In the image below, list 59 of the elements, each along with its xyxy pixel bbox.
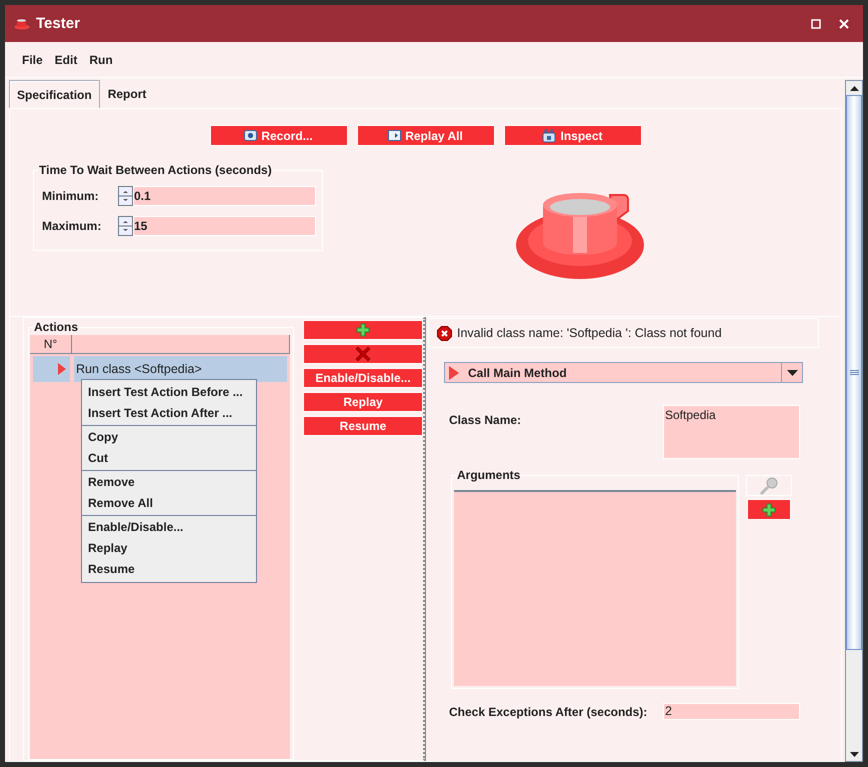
menu-item[interactable]: Remove All xyxy=(82,493,256,514)
add-button[interactable] xyxy=(747,499,791,520)
menu-item[interactable]: Resume xyxy=(82,559,256,580)
tab[interactable]: Report xyxy=(100,80,154,108)
add-button[interactable] xyxy=(303,320,423,340)
menu-item[interactable]: File xyxy=(21,52,44,66)
grip-icon xyxy=(850,370,858,375)
robot-icon xyxy=(542,128,556,142)
cup-icon xyxy=(14,18,30,30)
scrollbar[interactable] xyxy=(845,80,863,762)
spinner-arrows-icon xyxy=(118,216,133,236)
spinner-arrows-icon xyxy=(118,186,133,206)
action-button[interactable]: Resume xyxy=(303,416,423,436)
menu-item[interactable]: Copy xyxy=(82,427,256,448)
group-title: Actions xyxy=(33,320,80,334)
method-dropdown[interactable]: Call Main Method xyxy=(444,362,803,383)
menu-item[interactable]: Insert Test Action After ... xyxy=(82,403,256,424)
play-icon xyxy=(448,364,460,380)
action-button[interactable]: Replay xyxy=(303,392,423,412)
plus-icon xyxy=(762,502,776,516)
search-button[interactable] xyxy=(746,475,792,496)
close-icon xyxy=(354,345,372,363)
caret-icon xyxy=(786,370,798,376)
search-icon xyxy=(759,476,779,494)
seconds-field[interactable]: 2 xyxy=(663,703,800,720)
menu-item[interactable]: Cut xyxy=(82,448,256,469)
up-arrow-icon xyxy=(850,86,858,90)
menu-item[interactable]: Enable/Disable... xyxy=(82,517,256,538)
toolbar-button[interactable]: Record... xyxy=(210,125,348,146)
close-icon xyxy=(839,18,849,28)
column-header[interactable]: N° xyxy=(30,335,72,353)
menu-item[interactable]: Remove xyxy=(82,472,256,493)
menu-item[interactable]: Replay xyxy=(82,538,256,559)
toolbar-button[interactable]: Inspect xyxy=(504,125,642,146)
menu-item[interactable]: Edit xyxy=(54,52,78,66)
play-icon xyxy=(57,362,67,376)
field-label: Maximum: xyxy=(42,219,102,233)
error-message: Invalid class name: 'Softpedia ': Class not found xyxy=(457,326,722,340)
plus-icon xyxy=(356,323,370,337)
group-title: Arguments xyxy=(456,468,522,482)
menu-item[interactable]: Insert Test Action Before ... xyxy=(82,382,256,403)
tab[interactable]: Specification xyxy=(9,80,100,108)
down-arrow-icon xyxy=(850,752,858,756)
group-title: Time To Wait Between Actions (seconds) xyxy=(38,163,273,177)
table-row[interactable]: Run class <Softpedia> xyxy=(74,356,287,382)
action-button[interactable]: Enable/Disable... xyxy=(303,368,423,388)
error-icon xyxy=(437,326,452,340)
field-label: Class Name: xyxy=(449,413,522,427)
toolbar-button[interactable]: Replay All xyxy=(356,125,494,146)
scroll-thumb[interactable] xyxy=(846,95,862,650)
field-label: Check Exceptions After (seconds): xyxy=(449,704,648,718)
field-label: Minimum: xyxy=(42,189,100,203)
play-icon xyxy=(388,130,402,141)
window-title: Tester xyxy=(36,15,80,32)
class-name-field[interactable]: Softpedia xyxy=(663,405,800,459)
maximize-icon xyxy=(811,18,821,28)
menu-item[interactable]: Run xyxy=(88,52,114,66)
record-icon xyxy=(244,130,258,141)
remove-button[interactable] xyxy=(303,344,423,364)
